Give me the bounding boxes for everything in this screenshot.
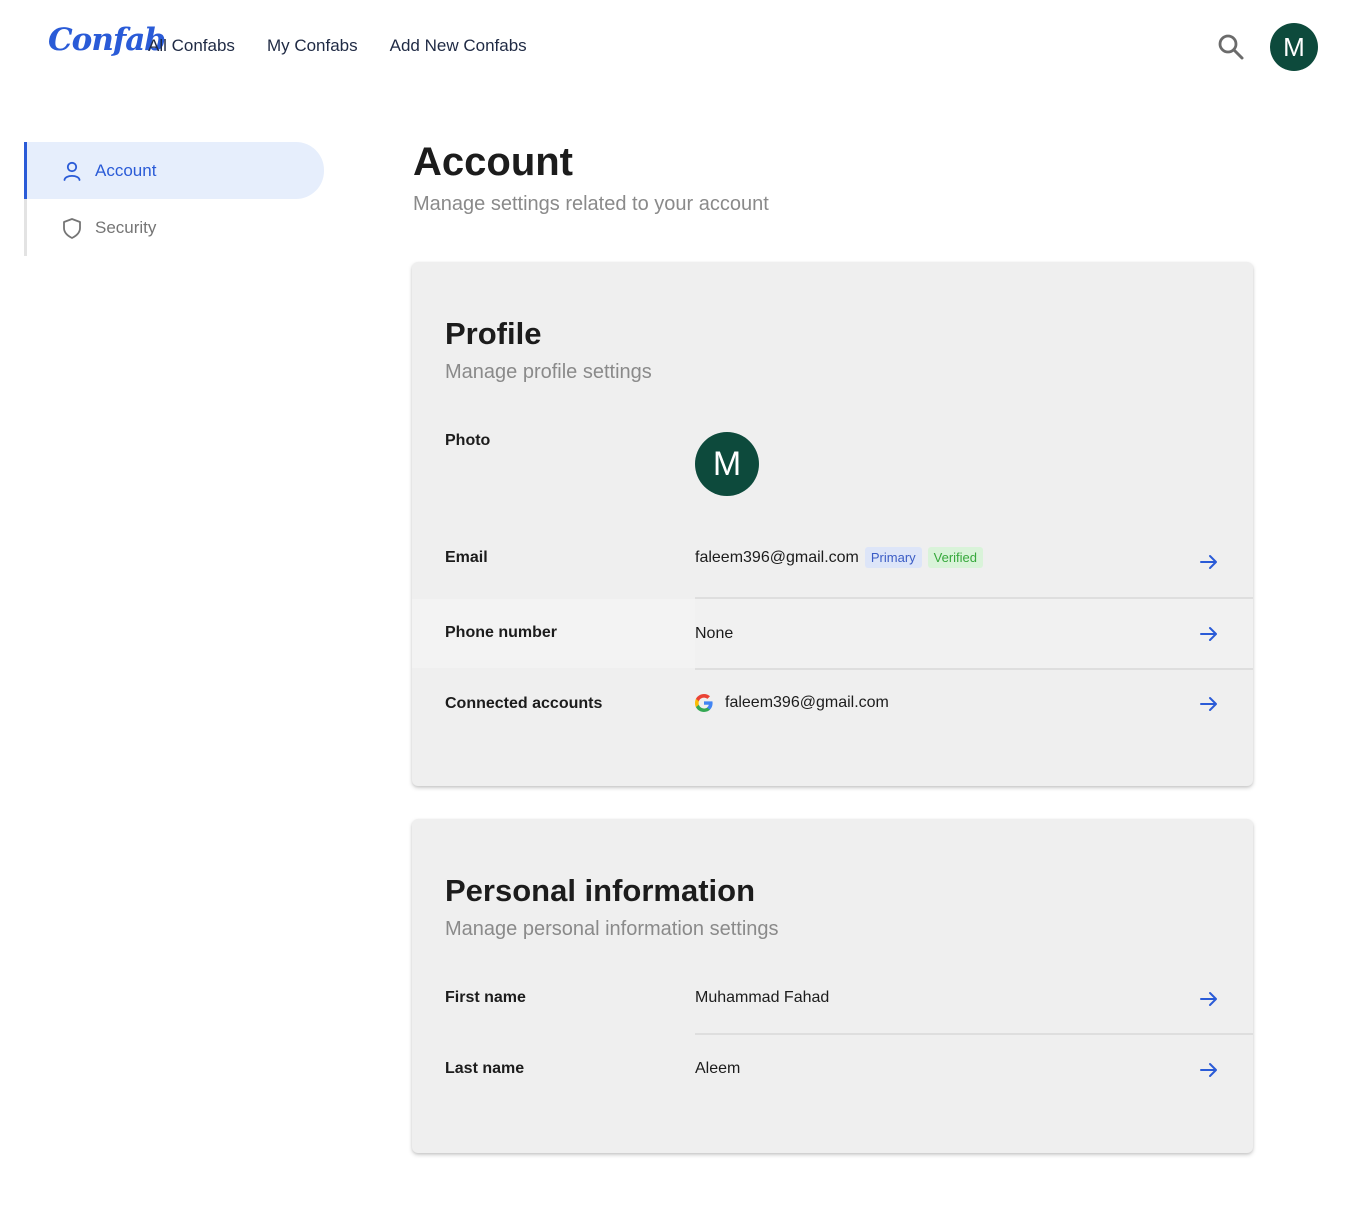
connected-accounts-value-group: faleem396@gmail.com — [695, 694, 889, 712]
connected-account-email: faleem396@gmail.com — [725, 694, 889, 711]
connected-accounts-row[interactable]: Connected accounts faleem396@gmail.com — [412, 670, 1253, 740]
primary-badge: Primary — [864, 547, 922, 568]
personal-info-subtitle: Manage personal information settings — [445, 918, 779, 940]
user-icon — [61, 160, 83, 182]
user-avatar[interactable]: M — [1270, 23, 1318, 71]
search-icon[interactable] — [1216, 32, 1246, 62]
arrow-right-icon[interactable] — [1199, 696, 1219, 712]
personal-info-card: Personal information Manage personal inf… — [412, 819, 1253, 1153]
page-subtitle: Manage settings related to your account — [413, 193, 769, 215]
top-header: Confab All Confabs My Confabs Add New Co… — [0, 0, 1366, 92]
sidebar-item-security[interactable]: Security — [27, 199, 324, 256]
personal-info-title: Personal information — [445, 873, 756, 908]
shield-icon — [61, 217, 83, 239]
last-name-value: Aleem — [695, 1060, 741, 1077]
arrow-right-icon[interactable] — [1199, 626, 1219, 642]
arrow-right-icon[interactable] — [1199, 554, 1219, 570]
row-hover-bg — [695, 599, 1253, 668]
profile-avatar[interactable]: M — [695, 432, 759, 496]
email-value: faleem396@gmail.com — [695, 548, 859, 566]
phone-row[interactable]: Phone number None — [412, 599, 1253, 670]
email-value-group: faleem396@gmail.com Primary Verified — [695, 547, 984, 568]
profile-subtitle: Manage profile settings — [445, 361, 652, 383]
phone-label: Phone number — [445, 624, 558, 641]
connected-accounts-label: Connected accounts — [445, 695, 603, 712]
email-label: Email — [445, 549, 488, 566]
main-nav: All Confabs My Confabs Add New Confabs — [148, 36, 527, 56]
nav-my-confabs[interactable]: My Confabs — [267, 36, 358, 56]
arrow-right-icon[interactable] — [1199, 991, 1219, 1007]
sidebar-item-account[interactable]: Account — [24, 142, 324, 199]
first-name-value: Muhammad Fahad — [695, 989, 830, 1006]
sidebar-item-label: Security — [95, 217, 157, 237]
profile-title: Profile — [445, 316, 542, 351]
page-title: Account — [413, 140, 573, 184]
verified-badge: Verified — [927, 547, 984, 568]
photo-value[interactable]: M — [695, 432, 759, 496]
last-name-label: Last name — [445, 1060, 525, 1077]
nav-all-confabs[interactable]: All Confabs — [148, 36, 235, 56]
sidebar-item-label: Account — [95, 160, 157, 180]
first-name-row[interactable]: First name Muhammad Fahad — [412, 967, 1253, 1035]
nav-add-new-confabs[interactable]: Add New Confabs — [390, 36, 527, 56]
photo-label: Photo — [445, 432, 491, 449]
last-name-row[interactable]: Last name Aleem — [412, 1035, 1253, 1105]
phone-value: None — [695, 625, 734, 642]
google-icon — [695, 694, 713, 712]
email-row[interactable]: Email faleem396@gmail.com Primary Verifi… — [412, 532, 1253, 599]
profile-card: Profile Manage profile settings Photo M … — [412, 262, 1253, 786]
arrow-right-icon[interactable] — [1199, 1062, 1219, 1078]
photo-row: Photo M — [412, 422, 1253, 502]
settings-sidebar: Account Security — [24, 142, 324, 256]
first-name-label: First name — [445, 989, 526, 1006]
